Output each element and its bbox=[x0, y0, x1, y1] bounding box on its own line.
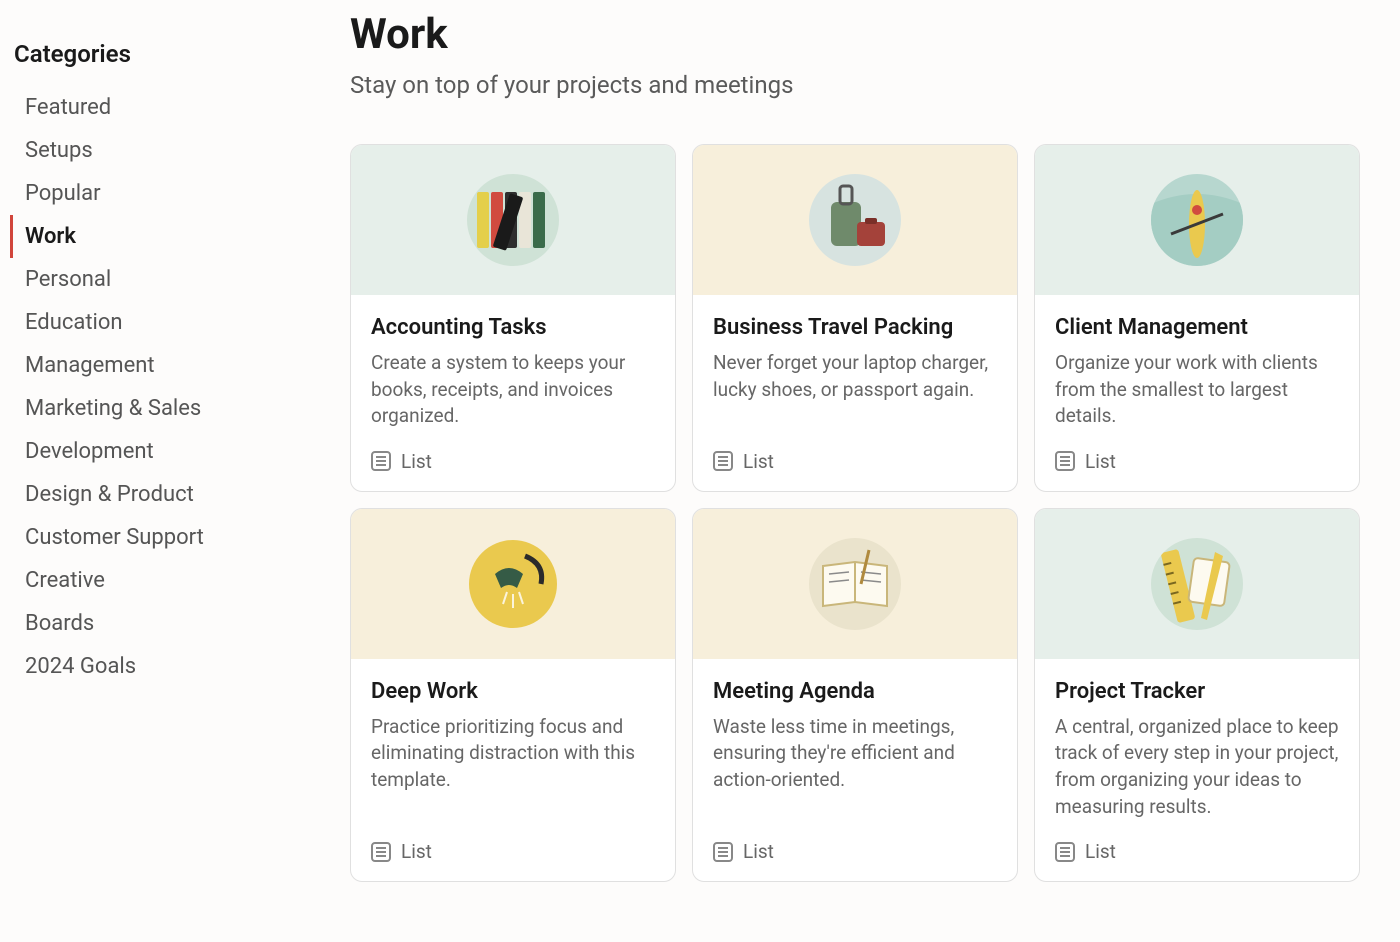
sidebar-item-work[interactable]: Work bbox=[10, 215, 340, 258]
sidebar-item-label: Featured bbox=[25, 95, 111, 120]
template-type-label: List bbox=[1085, 840, 1116, 863]
template-cover bbox=[1035, 145, 1359, 295]
sidebar-item-featured[interactable]: Featured bbox=[10, 86, 340, 129]
sidebar-item-label: Work bbox=[25, 224, 76, 249]
template-type-label: List bbox=[401, 840, 432, 863]
template-description: Practice prioritizing focus and eliminat… bbox=[371, 714, 655, 820]
list-icon bbox=[371, 842, 391, 862]
list-icon bbox=[1055, 451, 1075, 471]
template-cover bbox=[351, 509, 675, 659]
list-icon bbox=[1055, 842, 1075, 862]
sidebar-item-personal[interactable]: Personal bbox=[10, 258, 340, 301]
template-body: Deep Work Practice prioritizing focus and… bbox=[351, 659, 675, 881]
template-cover bbox=[351, 145, 675, 295]
template-description: Create a system to keeps your books, rec… bbox=[371, 350, 655, 430]
sidebar-item-label: Popular bbox=[25, 181, 101, 206]
template-card-business-travel-packing[interactable]: Business Travel Packing Never forget your… bbox=[692, 144, 1018, 492]
template-title: Business Travel Packing bbox=[713, 315, 997, 340]
template-body: Client Management Organize your work with… bbox=[1035, 295, 1359, 491]
sidebar-item-label: Design & Product bbox=[25, 482, 194, 507]
template-description: A central, organized place to keep track… bbox=[1055, 714, 1339, 820]
template-title: Client Management bbox=[1055, 315, 1339, 340]
list-icon bbox=[371, 451, 391, 471]
template-body: Project Tracker A central, organized plac… bbox=[1035, 659, 1359, 881]
sidebar-title: Categories bbox=[10, 40, 340, 68]
template-type-label: List bbox=[743, 840, 774, 863]
sidebar-item-label: Development bbox=[25, 439, 154, 464]
template-type: List bbox=[371, 840, 655, 863]
template-body: Accounting Tasks Create a system to keeps… bbox=[351, 295, 675, 491]
list-icon bbox=[713, 451, 733, 471]
template-card-project-tracker[interactable]: Project Tracker A central, organized plac… bbox=[1034, 508, 1360, 882]
template-description: Organize your work with clients from the… bbox=[1055, 350, 1339, 430]
sidebar-item-creative[interactable]: Creative bbox=[10, 559, 340, 602]
template-grid: Accounting Tasks Create a system to keeps… bbox=[350, 144, 1360, 882]
template-description: Never forget your laptop charger, lucky … bbox=[713, 350, 997, 430]
template-type-label: List bbox=[401, 450, 432, 473]
page-title: Work bbox=[350, 10, 1360, 59]
sidebar-item-management[interactable]: Management bbox=[10, 344, 340, 387]
template-title: Project Tracker bbox=[1055, 679, 1339, 704]
template-body: Business Travel Packing Never forget your… bbox=[693, 295, 1017, 491]
template-type: List bbox=[1055, 840, 1339, 863]
template-type: List bbox=[713, 450, 997, 473]
binders-icon bbox=[467, 174, 559, 266]
sidebar-item-setups[interactable]: Setups bbox=[10, 129, 340, 172]
template-type: List bbox=[371, 450, 655, 473]
template-title: Accounting Tasks bbox=[371, 315, 655, 340]
template-body: Meeting Agenda Waste less time in meeting… bbox=[693, 659, 1017, 881]
sidebar-item-2024-goals[interactable]: 2024 Goals bbox=[10, 645, 340, 688]
sidebar-item-label: Marketing & Sales bbox=[25, 396, 201, 421]
template-type-label: List bbox=[1085, 450, 1116, 473]
sidebar: Categories Featured Setups Popular Work Pers… bbox=[0, 0, 340, 942]
sidebar-item-popular[interactable]: Popular bbox=[10, 172, 340, 215]
sidebar-item-development[interactable]: Development bbox=[10, 430, 340, 473]
template-card-accounting-tasks[interactable]: Accounting Tasks Create a system to keeps… bbox=[350, 144, 676, 492]
template-description: Waste less time in meetings, ensuring th… bbox=[713, 714, 997, 820]
sidebar-item-label: Management bbox=[25, 353, 155, 378]
sidebar-item-label: Personal bbox=[25, 267, 111, 292]
sidebar-item-label: Customer Support bbox=[25, 525, 204, 550]
template-cover bbox=[693, 145, 1017, 295]
template-title: Deep Work bbox=[371, 679, 655, 704]
page-subtitle: Stay on top of your projects and meeting… bbox=[350, 71, 1360, 99]
sidebar-item-boards[interactable]: Boards bbox=[10, 602, 340, 645]
template-card-client-management[interactable]: Client Management Organize your work with… bbox=[1034, 144, 1360, 492]
main-content: Work Stay on top of your projects and me… bbox=[340, 0, 1400, 942]
sidebar-item-education[interactable]: Education bbox=[10, 301, 340, 344]
sidebar-item-label: Education bbox=[25, 310, 123, 335]
sidebar-item-design-product[interactable]: Design & Product bbox=[10, 473, 340, 516]
template-title: Meeting Agenda bbox=[713, 679, 997, 704]
list-icon bbox=[713, 842, 733, 862]
template-type: List bbox=[713, 840, 997, 863]
luggage-icon bbox=[809, 174, 901, 266]
template-cover bbox=[693, 509, 1017, 659]
rower-icon bbox=[1151, 174, 1243, 266]
template-type-label: List bbox=[743, 450, 774, 473]
sidebar-item-label: Creative bbox=[25, 568, 105, 593]
template-type: List bbox=[1055, 450, 1339, 473]
notebook-icon bbox=[809, 538, 901, 630]
template-card-deep-work[interactable]: Deep Work Practice prioritizing focus and… bbox=[350, 508, 676, 882]
ruler-icon bbox=[1151, 538, 1243, 630]
sidebar-item-customer-support[interactable]: Customer Support bbox=[10, 516, 340, 559]
sidebar-list: Featured Setups Popular Work Personal Educati… bbox=[10, 86, 340, 688]
template-cover bbox=[1035, 509, 1359, 659]
lamp-icon bbox=[467, 538, 559, 630]
sidebar-item-label: Setups bbox=[25, 138, 93, 163]
sidebar-item-label: 2024 Goals bbox=[25, 654, 136, 679]
sidebar-item-label: Boards bbox=[25, 611, 94, 636]
template-card-meeting-agenda[interactable]: Meeting Agenda Waste less time in meeting… bbox=[692, 508, 1018, 882]
sidebar-item-marketing-sales[interactable]: Marketing & Sales bbox=[10, 387, 340, 430]
